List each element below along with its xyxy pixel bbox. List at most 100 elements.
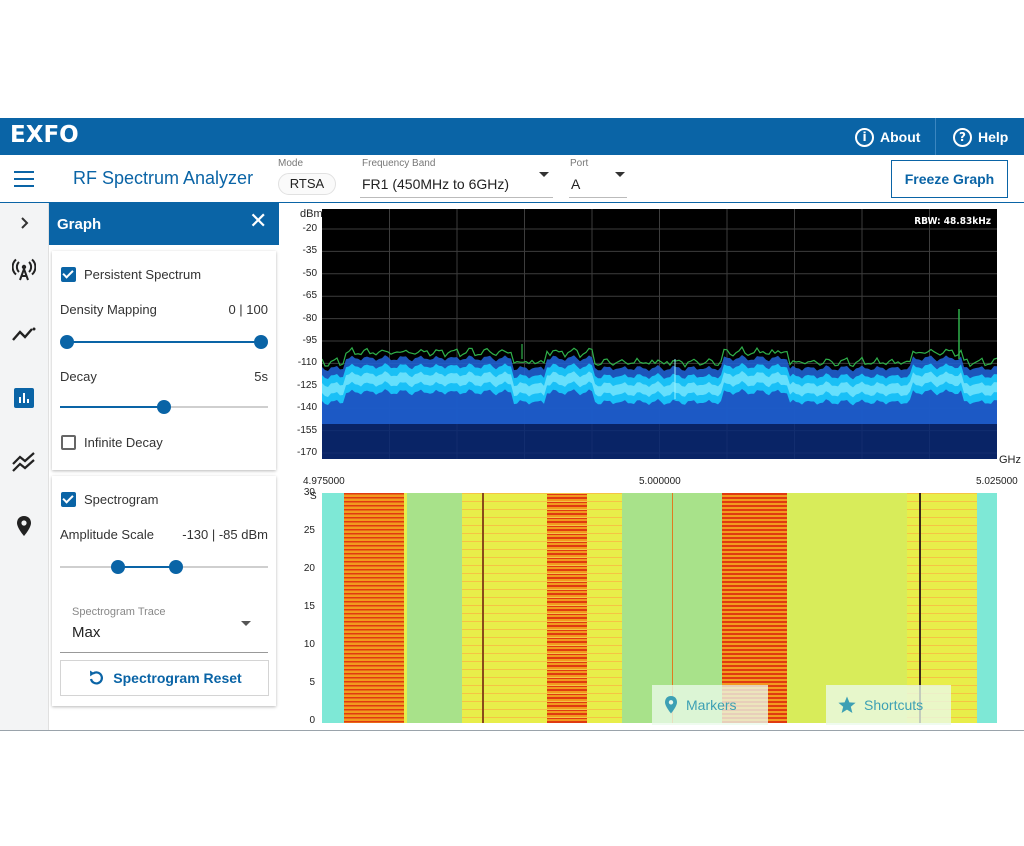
- graph-panel-header: Graph ✕: [49, 203, 279, 245]
- spectrogram-y-tick: 20: [303, 563, 315, 574]
- markers-button[interactable]: Markers: [652, 685, 768, 725]
- heatmap-stripe: [722, 549, 787, 551]
- heatmap-stripe: [344, 709, 404, 711]
- close-icon[interactable]: ✕: [249, 209, 267, 234]
- density-min-handle[interactable]: [60, 335, 74, 349]
- heatmap-stripe: [547, 513, 587, 515]
- heatmap-stripe: [547, 585, 587, 587]
- heatmap-stripe: [462, 637, 622, 638]
- density-max-handle[interactable]: [254, 335, 268, 349]
- about-button[interactable]: i About: [855, 125, 920, 149]
- graph-area: dBm -20 -35 -50 -65 -80 -95 -110 -125 -140 -155 -1…: [283, 203, 1024, 730]
- bar-chart-icon[interactable]: [10, 384, 38, 412]
- spectrogram-label: Spectrogram: [84, 492, 159, 507]
- heatmap-stripe: [462, 581, 622, 582]
- mode-chip[interactable]: RTSA: [278, 173, 336, 195]
- heatmap-stripe: [547, 601, 587, 603]
- heatmap-stripe: [344, 697, 404, 699]
- decay-handle[interactable]: [157, 400, 171, 414]
- heatmap-stripe: [462, 645, 622, 646]
- spectrogram-checkbox[interactable]: [61, 492, 76, 507]
- heatmap-stripe: [462, 685, 622, 686]
- x-tick-start: 4.975000: [303, 476, 345, 487]
- heatmap-stripe: [344, 541, 404, 543]
- spectrum-y-tick: -110: [297, 357, 317, 369]
- heatmap-stripe: [344, 705, 404, 707]
- heatmap-edge-band: [322, 493, 344, 723]
- heatmap-stripe: [462, 525, 622, 526]
- heatmap-stripe: [344, 677, 404, 679]
- top-divider: [935, 118, 936, 155]
- heatmap-stripe: [344, 561, 404, 563]
- heatmap-stripe: [907, 501, 977, 502]
- heatmap-stripe: [462, 653, 622, 654]
- spectrum-plot[interactable]: RBW: 48.83kHz: [322, 209, 997, 459]
- heatmap-stripe: [547, 673, 587, 675]
- heatmap-stripe: [462, 701, 622, 702]
- heatmap-stripe: [907, 597, 977, 598]
- heatmap-stripe: [344, 521, 404, 523]
- location-pin-icon[interactable]: [10, 512, 38, 540]
- spectrum-y-tick: -125: [296, 379, 317, 391]
- decay-value: 5s: [254, 369, 268, 384]
- spectrogram-trace-select[interactable]: Max: [72, 624, 100, 641]
- heatmap-stripe: [344, 569, 404, 571]
- persistent-spectrum-card: Persistent Spectrum Density Mapping 0 | …: [52, 251, 276, 470]
- heatmap-stripe: [344, 661, 404, 663]
- persistent-spectrum-checkbox[interactable]: [61, 267, 76, 282]
- header-bar: RF Spectrum Analyzer Mode RTSA Frequency…: [0, 155, 1024, 203]
- infinite-decay-checkbox[interactable]: [61, 435, 76, 450]
- heatmap-stripe: [547, 593, 587, 595]
- port-select[interactable]: A: [571, 176, 580, 192]
- shortcuts-label: Shortcuts: [864, 697, 924, 713]
- heatmap-stripe: [907, 653, 977, 654]
- heatmap-stripe: [462, 677, 622, 678]
- density-mapping-slider[interactable]: [67, 341, 261, 343]
- heatmap-stripe: [344, 565, 404, 567]
- mode-label: Mode: [278, 158, 304, 169]
- amplitude-scale-slider[interactable]: [60, 566, 268, 568]
- exfo-logo: EXFO: [10, 122, 79, 148]
- double-trend-icon[interactable]: [10, 448, 38, 476]
- shortcuts-button[interactable]: Shortcuts: [826, 685, 951, 725]
- heatmap-stripe: [722, 661, 787, 663]
- heatmap-stripe: [722, 505, 787, 507]
- amplitude-max-handle[interactable]: [169, 560, 184, 574]
- heatmap-stripe: [722, 577, 787, 579]
- heatmap-stripe: [722, 669, 787, 671]
- antenna-icon[interactable]: [10, 256, 38, 284]
- frequency-band-select[interactable]: FR1 (450MHz to 6GHz): [362, 176, 509, 192]
- band-dropdown-icon[interactable]: [539, 172, 549, 177]
- heatmap-vertical-line: [482, 493, 484, 723]
- port-underline: [569, 197, 627, 198]
- spectrum-y-tick: -65: [302, 290, 317, 302]
- trend-line-icon[interactable]: [10, 320, 38, 348]
- heatmap-stripe: [344, 517, 404, 519]
- heatmap-stripe: [722, 517, 787, 519]
- heatmap-stripe: [547, 569, 587, 571]
- port-dropdown-icon[interactable]: [615, 172, 625, 177]
- chevron-right-icon[interactable]: [10, 209, 38, 237]
- heatmap-stripe: [907, 661, 977, 662]
- left-rail: [0, 203, 49, 730]
- hamburger-menu-icon[interactable]: [14, 171, 34, 187]
- spectrum-y-tick: -20: [302, 223, 317, 234]
- heatmap-stripe: [344, 653, 404, 655]
- heatmap-stripe: [722, 501, 787, 503]
- trace-dropdown-icon[interactable]: [241, 621, 251, 626]
- heatmap-stripe: [547, 561, 587, 563]
- heatmap-stripe: [722, 525, 787, 527]
- heatmap-stripe: [907, 533, 977, 534]
- heatmap-stripe: [344, 585, 404, 587]
- spectrogram-reset-button[interactable]: Spectrogram Reset: [60, 660, 269, 696]
- amplitude-min-handle[interactable]: [111, 560, 126, 574]
- heatmap-stripe: [344, 493, 404, 495]
- heatmap-stripe: [344, 617, 404, 619]
- heatmap-stripe: [462, 709, 622, 710]
- help-button[interactable]: ? Help: [953, 125, 1008, 149]
- heatmap-band: [407, 493, 462, 723]
- freeze-graph-button[interactable]: Freeze Graph: [891, 160, 1008, 198]
- x-tick-center: 5.000000: [639, 476, 681, 487]
- heatmap-stripe: [344, 525, 404, 527]
- spectrum-y-tick: -170: [296, 447, 317, 458]
